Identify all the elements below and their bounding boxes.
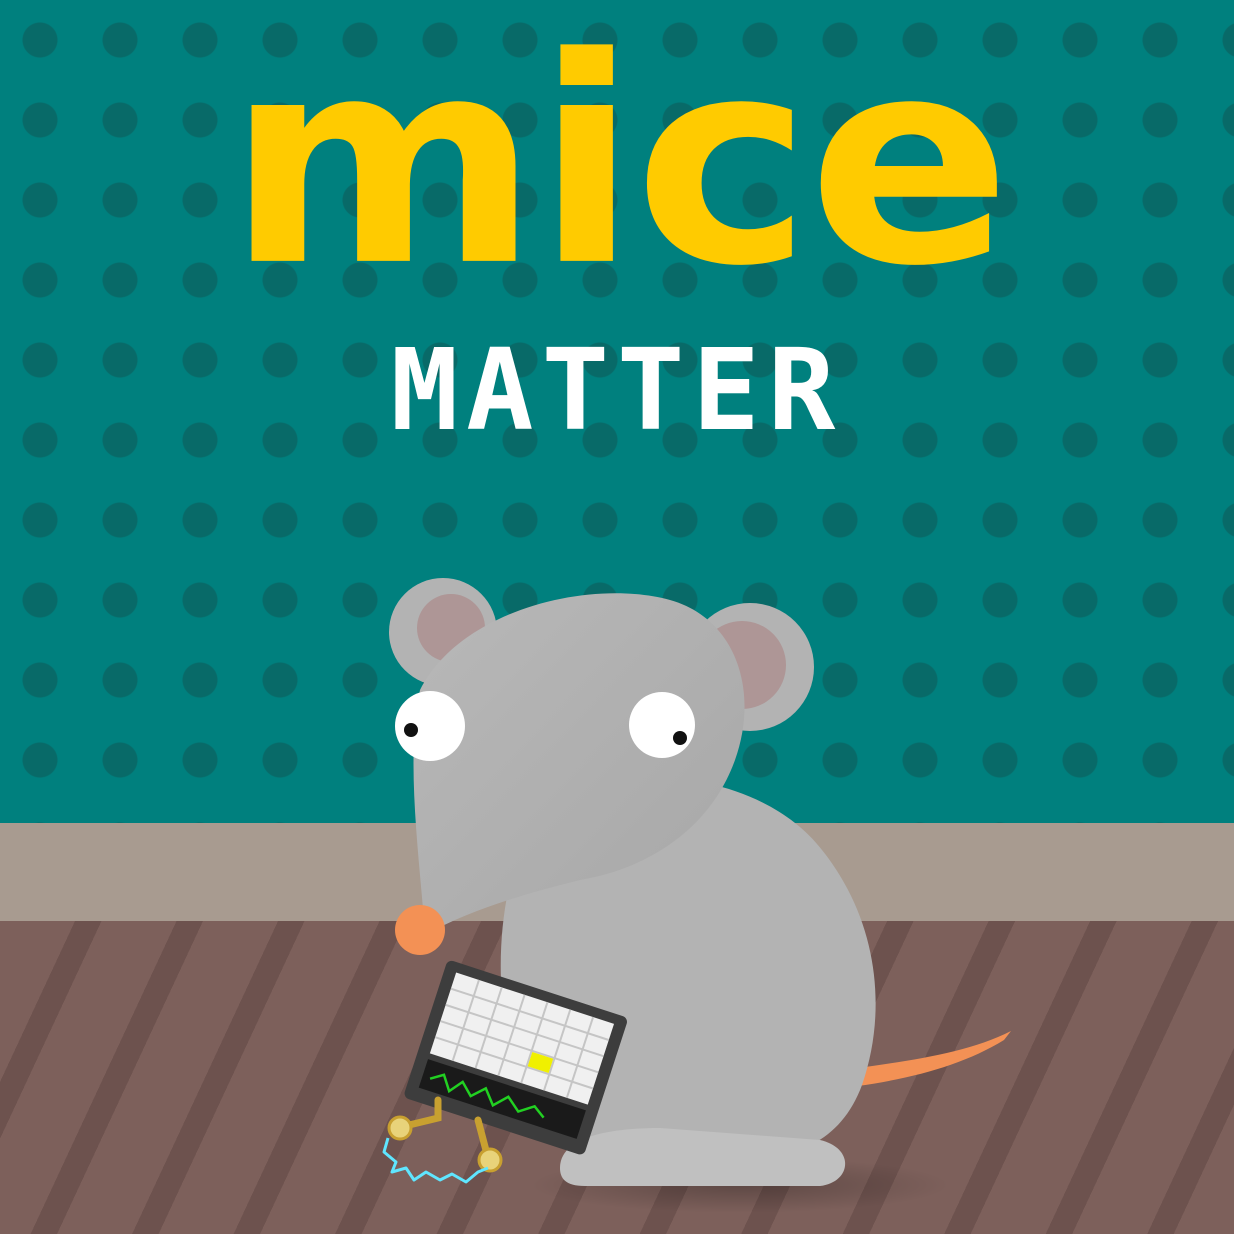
probe-tip-right — [477, 1147, 503, 1173]
mouse-tail — [858, 1031, 1011, 1086]
probe-tip-left — [387, 1115, 413, 1141]
mouse-pupil-right — [673, 731, 687, 745]
mouse-eye-right — [629, 692, 695, 758]
game-scene: mice MATTER — [0, 0, 1234, 1234]
mouse-nose — [395, 905, 445, 955]
mouse-character — [382, 578, 1011, 1213]
electric-spark-icon — [382, 1137, 489, 1184]
mouse-pupil-left — [404, 723, 418, 737]
